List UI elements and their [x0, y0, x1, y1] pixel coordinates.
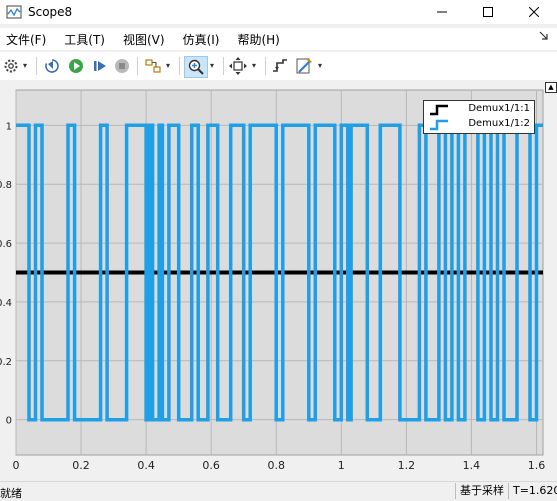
x-tick-label: 0: [13, 459, 20, 472]
style-dropdown-icon[interactable]: ▾: [318, 61, 326, 71]
menu-view[interactable]: 视图(V): [123, 31, 165, 48]
close-icon: [529, 7, 539, 17]
y-tick-label: 1: [6, 121, 12, 132]
legend-swatch-black: [430, 104, 448, 116]
toolbar-separator: [223, 57, 224, 75]
toolbar-separator: [137, 57, 138, 75]
settings-button[interactable]: [2, 56, 20, 76]
scope-display[interactable]: 0 0.2 0.4 0.6 0.8 1 1.2 1.4 1.6 0 0.2 0.4 0.6 0.8 1: [0, 80, 557, 480]
trigger-button[interactable]: [270, 56, 290, 76]
step-back-icon: [45, 59, 59, 73]
toolbar: ▾ ▾ ▾ ▾ ▾: [0, 52, 557, 81]
fit-dropdown-icon[interactable]: ▾: [252, 61, 260, 71]
signal-select-icon: [145, 59, 161, 73]
run-button[interactable]: [66, 56, 86, 76]
x-tick-label: 0.6: [202, 459, 220, 472]
menu-simulation[interactable]: 仿真(I): [183, 31, 220, 48]
step-forward-button[interactable]: [90, 56, 110, 76]
stop-icon: [115, 59, 129, 73]
minimize-button[interactable]: [419, 0, 465, 24]
x-tick-label: 1: [338, 459, 345, 472]
dock-arrow-icon[interactable]: [539, 31, 549, 41]
signal-select-dropdown-icon[interactable]: ▾: [166, 61, 174, 71]
maximize-icon: [483, 7, 493, 17]
trigger-icon: [273, 59, 287, 72]
x-tick-label: 0.2: [72, 459, 90, 472]
sim-time-indicator: T=1.620: [508, 483, 557, 499]
title-bar: Scope8: [0, 0, 557, 24]
menu-help[interactable]: 帮助(H): [237, 31, 279, 48]
scope-app-icon: [6, 5, 22, 19]
toolbar-separator: [265, 57, 266, 75]
menu-tools[interactable]: 工具(T): [64, 31, 105, 48]
zoom-in-button[interactable]: [184, 56, 208, 78]
close-button[interactable]: [511, 0, 557, 24]
step-back-button[interactable]: [42, 56, 62, 76]
menu-file[interactable]: 文件(F): [6, 31, 46, 48]
toolbar-separator: [179, 57, 180, 75]
style-icon: [296, 58, 312, 74]
stop-button[interactable]: [112, 56, 132, 76]
signal-select-button[interactable]: [143, 56, 163, 76]
legend[interactable]: Demux1/1:1 Demux1/1:2: [423, 100, 535, 134]
window-title: Scope8: [28, 5, 73, 19]
fit-to-view-button[interactable]: [228, 56, 248, 76]
maximize-button[interactable]: [465, 0, 511, 24]
menu-bar: 文件(F) 工具(T) 视图(V) 仿真(I) 帮助(H): [0, 28, 557, 50]
x-tick-label: 0.8: [267, 459, 285, 472]
style-button[interactable]: [294, 56, 314, 76]
toolbar-separator: [36, 57, 37, 75]
y-tick-label: 0.8: [0, 180, 12, 191]
zoom-dropdown-icon[interactable]: ▾: [210, 61, 218, 71]
y-tick-label: 0.2: [0, 357, 12, 368]
legend-label: Demux1/1:1: [468, 103, 530, 114]
x-tick-label: 1.2: [398, 459, 416, 472]
x-tick-label: 0.4: [137, 459, 155, 472]
status-text: 就绪: [0, 487, 22, 500]
y-tick-label: 0: [6, 416, 12, 427]
minimize-icon: [437, 11, 447, 13]
scope-plot[interactable]: 0 0.2 0.4 0.6 0.8 1 1.2 1.4 1.6 0 0.2 0.4 0.6 0.8 1: [0, 80, 557, 480]
legend-item: Demux1/1:2: [424, 117, 534, 132]
legend-item: Demux1/1:1: [424, 102, 534, 117]
settings-icon: [4, 59, 18, 73]
fit-to-view-icon: [229, 57, 247, 75]
zoom-in-icon: [188, 59, 204, 75]
sample-mode-indicator: 基于采样: [455, 483, 508, 499]
run-icon: [69, 59, 83, 73]
y-tick-label: 0.6: [0, 239, 12, 250]
legend-label: Demux1/1:2: [468, 118, 530, 129]
settings-dropdown-icon[interactable]: ▾: [23, 61, 31, 71]
legend-swatch-blue: [430, 119, 448, 131]
x-tick-label: 1.6: [528, 459, 546, 472]
x-tick-label: 1.4: [463, 459, 481, 472]
step-forward-icon: [94, 61, 106, 71]
y-tick-label: 0.4: [0, 298, 12, 309]
expand-axes-icon[interactable]: ▲: [545, 82, 557, 93]
status-bar: 就绪 基于采样 T=1.620: [0, 481, 557, 501]
